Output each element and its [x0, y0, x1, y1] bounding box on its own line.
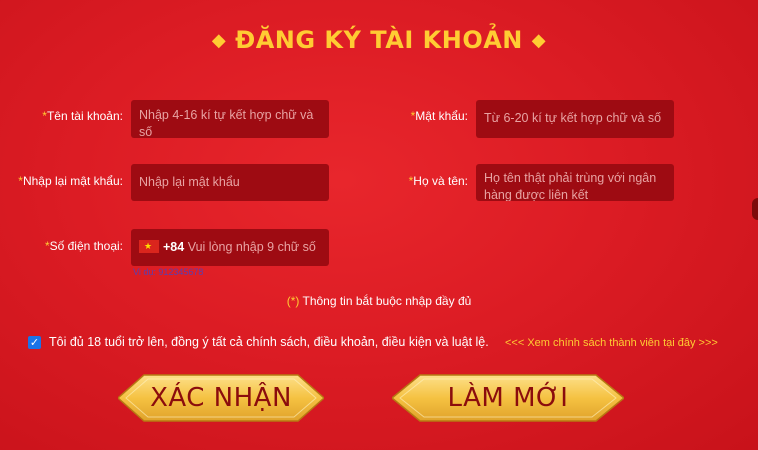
confirm-button-label: XÁC NHẬN: [150, 383, 292, 413]
full-name-input[interactable]: Họ tên thật phải trùng với ngân hàng đượ…: [476, 164, 674, 201]
page-title-text: ĐĂNG KÝ TÀI KHOẢN: [235, 26, 523, 54]
confirm-password-input[interactable]: Nhập lại mật khẩu: [131, 164, 329, 201]
required-note-star: (*): [286, 294, 300, 308]
confirm-password-label: *Nhập lại mật khẩu:: [4, 174, 123, 188]
password-placeholder: Từ 6-20 kí tự kết hợp chữ và số: [484, 111, 662, 125]
phone-label-text: Số điện thoại:: [49, 239, 123, 253]
full-name-label-text: Họ và tên:: [413, 174, 468, 188]
policy-link[interactable]: <<< Xem chính sách thành viên tại đây >>…: [505, 337, 718, 349]
username-label: *Tên tài khoản:: [20, 109, 123, 123]
phone-hint: Vi dụ: 912345678: [133, 267, 204, 277]
required-note-text: Thông tin bắt buộc nhập đầy đủ: [299, 294, 472, 308]
agree-checkbox[interactable]: ✓: [28, 336, 41, 349]
password-input[interactable]: Từ 6-20 kí tự kết hợp chữ và số: [476, 100, 674, 138]
phone-label: *Số điện thoại:: [20, 239, 123, 253]
phone-country-code[interactable]: +84: [163, 240, 184, 254]
username-label-text: Tên tài khoản:: [46, 109, 123, 123]
full-name-placeholder: Họ tên thật phải trùng với ngân hàng đượ…: [484, 171, 657, 201]
required-note: (*) Thông tin bắt buộc nhập đầy đủ: [0, 294, 758, 308]
vietnam-flag-icon[interactable]: [139, 240, 159, 253]
page-title: ◆ ĐĂNG KÝ TÀI KHOẢN ◆: [0, 26, 758, 54]
password-label: *Mật khẩu:: [380, 109, 468, 123]
diamond-left-icon: ◆: [211, 30, 227, 51]
agree-text: Tôi đủ 18 tuổi trở lên, đồng ý tất cả ch…: [49, 335, 489, 349]
reset-button-label: LÀM MỚI: [447, 383, 569, 413]
full-name-label: *Họ và tên:: [380, 174, 468, 188]
phone-placeholder: Vui lòng nhập 9 chữ số: [187, 240, 316, 254]
password-label-text: Mật khẩu:: [415, 109, 468, 123]
confirm-password-label-text: Nhập lại mật khẩu:: [22, 174, 123, 188]
reset-button[interactable]: LÀM MỚI: [392, 373, 624, 423]
phone-input[interactable]: +84 Vui lòng nhập 9 chữ số: [131, 229, 329, 266]
side-decoration: [752, 198, 758, 220]
diamond-right-icon: ◆: [531, 30, 547, 51]
username-input[interactable]: Nhập 4-16 kí tự kết hợp chữ và số: [131, 100, 329, 138]
username-placeholder: Nhập 4-16 kí tự kết hợp chữ và số: [139, 108, 314, 138]
confirm-button[interactable]: XÁC NHẬN: [118, 373, 324, 423]
confirm-password-placeholder: Nhập lại mật khẩu: [139, 175, 240, 189]
